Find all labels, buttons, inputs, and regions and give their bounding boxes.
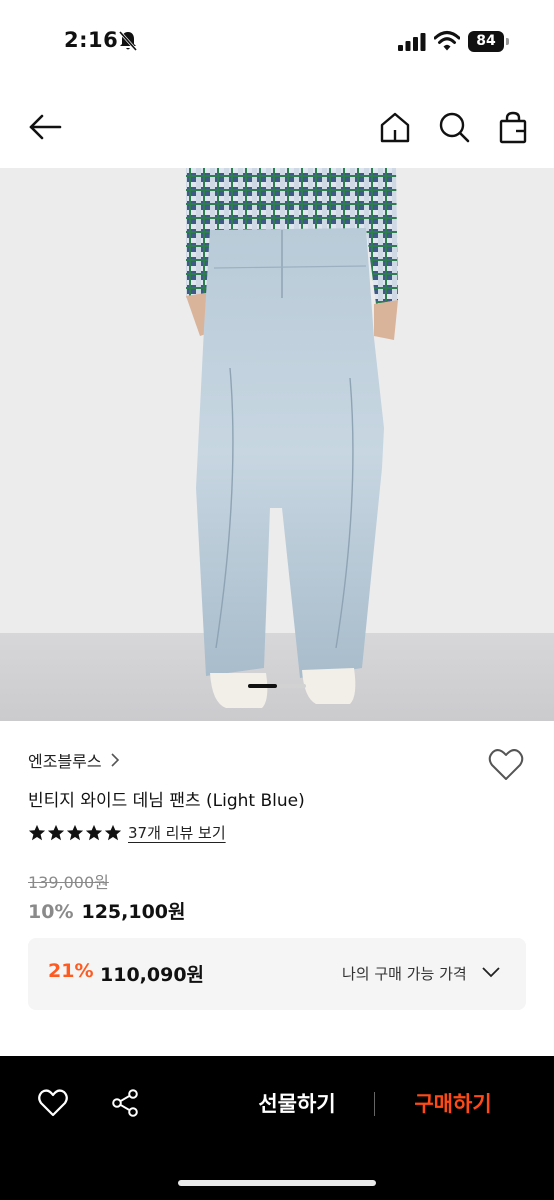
shopping-bag-icon[interactable] <box>496 110 530 144</box>
gift-button[interactable]: 선물하기 <box>236 1088 358 1120</box>
arrow-left-icon[interactable] <box>28 110 62 144</box>
signal-icon <box>398 33 426 51</box>
buy-button[interactable]: 구매하기 <box>392 1088 514 1120</box>
heart-icon[interactable] <box>488 748 524 782</box>
bell-off-icon <box>118 31 138 51</box>
product-title: 빈티지 와이드 데님 팬츠 (Light Blue) <box>28 791 305 811</box>
rating-stars <box>28 824 122 842</box>
star-icon <box>28 824 46 840</box>
brand-link[interactable]: 엔조블루스 <box>28 748 120 772</box>
bottom-action-bar: 선물하기 구매하기 <box>0 1056 554 1200</box>
star-icon <box>66 824 84 840</box>
divider <box>374 1092 375 1116</box>
carousel-indicator-active <box>248 684 277 688</box>
share-icon[interactable] <box>110 1088 140 1118</box>
star-icon <box>47 824 65 840</box>
star-icon <box>104 824 122 840</box>
battery-level: 84 <box>468 31 504 52</box>
chevron-right-icon <box>111 753 119 767</box>
original-price: 139,000원 <box>28 873 109 892</box>
brand-name: 엔조블루스 <box>28 752 102 771</box>
home-icon[interactable] <box>378 110 412 144</box>
review-link[interactable]: 37개 리뷰 보기 <box>128 822 226 843</box>
wifi-icon <box>434 31 460 51</box>
battery-icon: 84 <box>468 31 510 52</box>
my-price-label: 나의 구매 가능 가격 <box>342 965 467 983</box>
sale-price: 125,100원 <box>81 901 186 923</box>
status-time: 2:16 <box>64 28 119 52</box>
home-indicator <box>178 1180 376 1186</box>
nav-bar <box>0 84 554 168</box>
status-bar: 2:16 84 <box>0 0 554 84</box>
battery-tip <box>506 38 509 45</box>
chevron-down-icon <box>482 967 500 978</box>
discount-rate: 10% <box>28 901 74 923</box>
rating-row: 37개 리뷰 보기 <box>28 822 226 843</box>
my-price: 110,090원 <box>100 964 205 986</box>
my-discount-rate: 21% <box>48 960 94 982</box>
search-icon[interactable] <box>437 110 471 144</box>
star-icon <box>85 824 103 840</box>
product-photo <box>0 168 554 721</box>
sale-price-row: 10% 125,100원 <box>28 897 186 924</box>
product-image[interactable] <box>0 168 554 721</box>
carousel-indicator <box>248 684 306 688</box>
my-price-box[interactable]: 21% 110,090원 나의 구매 가능 가격 <box>28 938 526 1010</box>
heart-icon[interactable] <box>38 1088 68 1118</box>
